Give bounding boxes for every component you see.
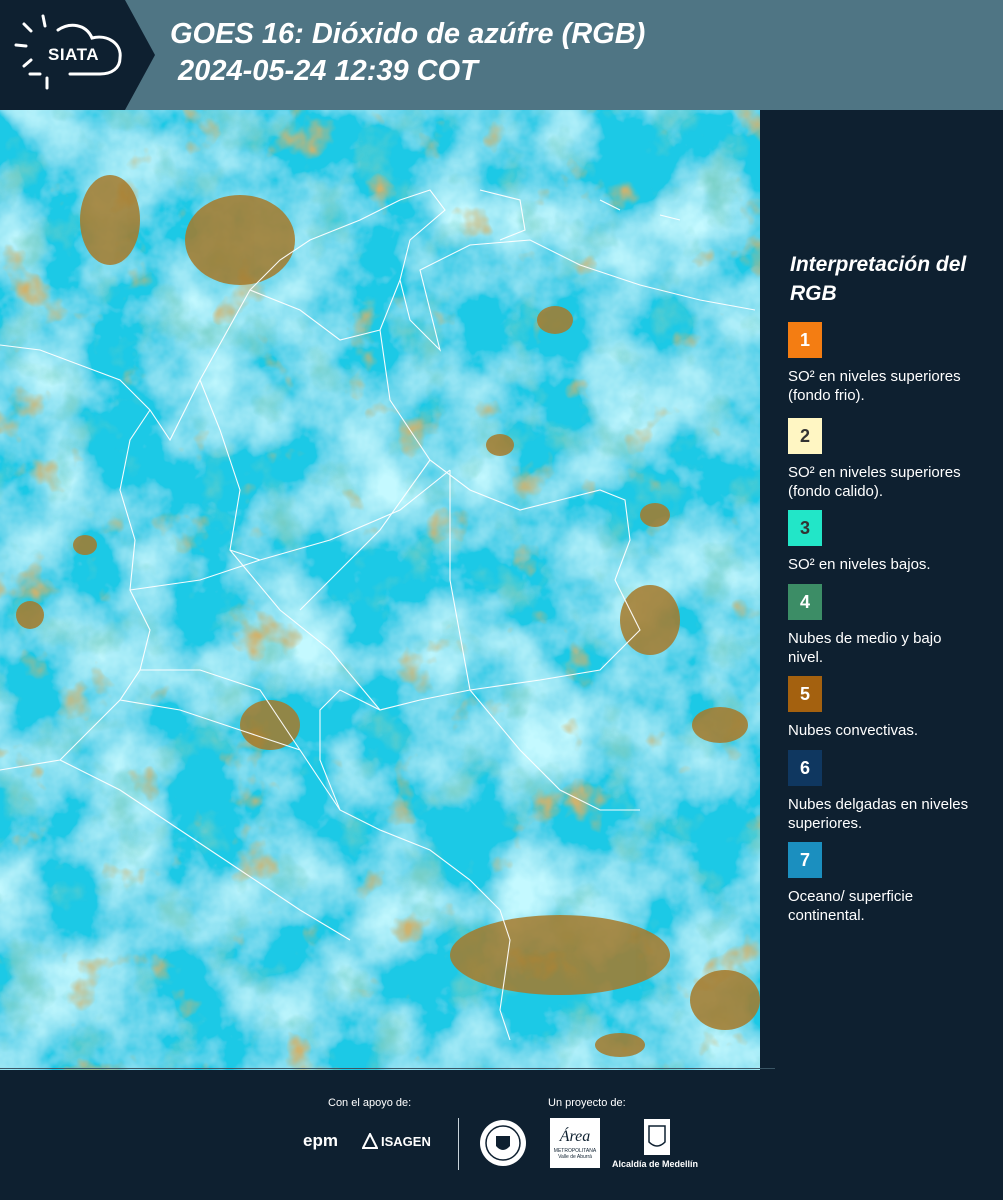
area-logo-text: Área — [559, 1128, 591, 1145]
legend-item-3: 3 SO² en niveles bajos. — [788, 510, 988, 574]
isagen-text: ISAGEN — [381, 1133, 431, 1149]
legend-text: SO² en niveles bajos. — [788, 556, 931, 573]
legend-swatch: 7 — [788, 842, 822, 878]
legend-item-2: 2 SO² en niveles superiores (fondo calid… — [788, 418, 988, 501]
legend-swatch: 5 — [788, 676, 822, 712]
legend-text: SO² en niveles superiores (fondo frio). — [788, 368, 961, 404]
isagen-icon — [362, 1133, 378, 1149]
legend-text: Nubes delgadas en niveles superiores. — [788, 796, 969, 832]
satellite-map — [0, 110, 760, 1070]
legend-title: Interpretación del RGB — [790, 253, 967, 305]
legend-item-1: 1 SO² en niveles superiores (fondo frio)… — [788, 322, 988, 405]
alcaldia-text: Alcaldía de Medellín — [612, 1159, 699, 1169]
legend-swatch: 4 — [788, 584, 822, 620]
logo-text: SIATA — [48, 45, 99, 64]
legend-swatch: 6 — [788, 750, 822, 786]
alcaldia-shield-icon — [644, 1119, 670, 1155]
support-label: Con el apoyo de: — [328, 1097, 412, 1109]
area-sub2: Valle de Aburrá — [558, 1154, 592, 1160]
legend-swatch: 2 — [788, 418, 822, 454]
header: SIATA GOES 16: Dióxido de azúfre (RGB) 2… — [0, 0, 1003, 110]
legend-text: Oceano/ superficie continental. — [788, 888, 914, 924]
legend-text: SO² en niveles superiores (fondo calido)… — [788, 464, 961, 500]
siata-logo: SIATA — [0, 0, 155, 110]
area-metropolitana-logo: Área METROPOLITANA Valle de Aburrá — [550, 1118, 600, 1168]
legend-text: Nubes de medio y bajo nivel. — [788, 630, 942, 666]
footer-separator — [0, 1068, 775, 1069]
legend-item-5: 5 Nubes convectivas. — [788, 676, 988, 740]
legend-swatch: 3 — [788, 510, 822, 546]
footer-divider — [458, 1118, 459, 1170]
legend-item-4: 4 Nubes de medio y bajo nivel. — [788, 584, 988, 667]
medellin-seal-icon — [480, 1120, 526, 1166]
legend-item-6: 6 Nubes delgadas en niveles superiores. — [788, 750, 988, 833]
project-label: Un proyecto de: — [548, 1097, 626, 1109]
rgb-satellite-image — [0, 110, 760, 1070]
legend-item-7: 7 Oceano/ superficie continental. — [788, 842, 988, 925]
page-title: GOES 16: Dióxido de azúfre (RGB) 2024-05… — [170, 18, 646, 87]
legend-swatch: 1 — [788, 322, 822, 358]
epm-logo: epm — [303, 1131, 338, 1150]
isagen-logo: ISAGEN — [362, 1133, 431, 1149]
legend-text: Nubes convectivas. — [788, 722, 919, 739]
